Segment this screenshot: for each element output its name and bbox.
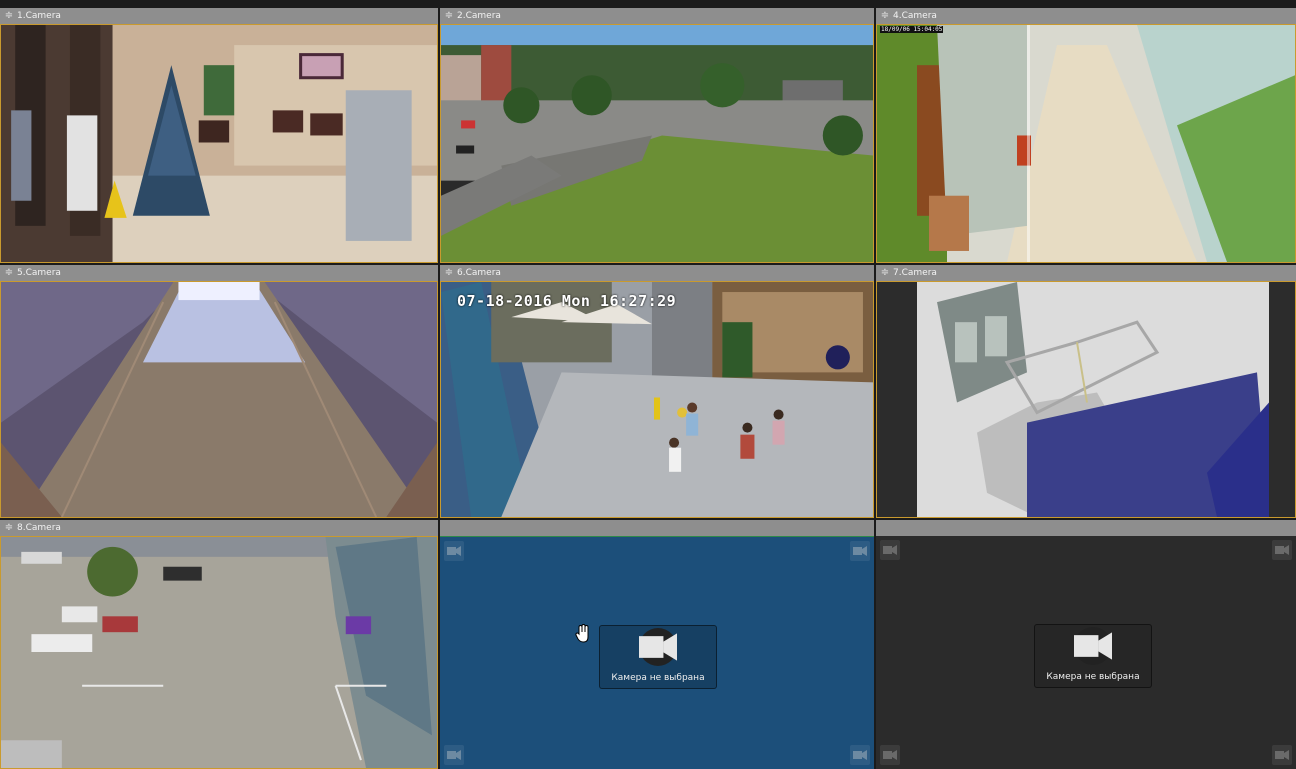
video-feed-2[interactable]: [440, 24, 874, 263]
camera-cell-5[interactable]: ≑ 5.Camera: [0, 265, 438, 518]
camera-title: 4.Camera: [893, 11, 937, 21]
video-feed-8[interactable]: [0, 536, 438, 769]
empty-slot[interactable]: Камера не выбрана: [876, 536, 1296, 769]
camera-layout-grid: ≑ 1.Camera ≑ 2.Camera ≑ 4.Camera 18/09/0…: [0, 0, 1296, 769]
camera-cell-8[interactable]: ≑ 8.Camera: [0, 520, 438, 769]
camera-cell-1[interactable]: ≑ 1.Camera: [0, 8, 438, 263]
select-camera-button[interactable]: Камера не выбрана: [1034, 624, 1152, 688]
camera-title: 7.Camera: [893, 268, 937, 278]
camera-icon: [850, 745, 870, 765]
camera-header-5[interactable]: ≑ 5.Camera: [0, 265, 438, 281]
menu-icon[interactable]: ≑: [444, 265, 454, 281]
menu-icon[interactable]: ≑: [880, 265, 890, 281]
camera-cell-6[interactable]: ≑ 6.Camera 07-18-2016 Mon 16:27:29: [440, 265, 874, 518]
camera-cell-7[interactable]: ≑ 7.Camera: [876, 265, 1296, 518]
menu-icon[interactable]: ≑: [880, 8, 890, 24]
video-feed-4[interactable]: 18/09/06 15:04:05: [876, 24, 1296, 263]
video-feed-6[interactable]: 07-18-2016 Mon 16:27:29: [440, 281, 874, 518]
camera-icon: [1074, 627, 1112, 665]
empty-slot-selected[interactable]: Камера не выбрана: [440, 536, 874, 769]
camera-cell-empty[interactable]: Камера не выбрана: [876, 520, 1296, 769]
hand-cursor-icon: [575, 624, 589, 643]
camera-cell-2[interactable]: ≑ 2.Camera: [440, 8, 874, 263]
corridor-video-frame: [877, 25, 1295, 262]
camera-header-4[interactable]: ≑ 4.Camera: [876, 8, 1296, 24]
camera-icon: [444, 745, 464, 765]
camera-header-6[interactable]: ≑ 6.Camera: [440, 265, 874, 281]
plaza-video-frame: [441, 282, 873, 517]
camera-header-7[interactable]: ≑ 7.Camera: [876, 265, 1296, 281]
camera-icon: [639, 628, 677, 666]
camera-header-empty[interactable]: [876, 520, 1296, 536]
menu-icon[interactable]: ≑: [4, 520, 14, 536]
camera-header-8[interactable]: ≑ 8.Camera: [0, 520, 438, 536]
timestamp-overlay: 18/09/06 15:04:05: [880, 26, 944, 33]
select-camera-button[interactable]: Камера не выбрана: [599, 625, 717, 689]
camera-icon: [880, 745, 900, 765]
camera-icon: [1272, 745, 1292, 765]
camera-header-empty[interactable]: [440, 520, 874, 536]
camera-title: 5.Camera: [17, 268, 61, 278]
lobby-video-frame: [1, 25, 437, 262]
camera-icon: [850, 541, 870, 561]
camera-title: 1.Camera: [17, 11, 61, 21]
timestamp-overlay: 07-18-2016 Mon 16:27:29: [457, 292, 677, 310]
empty-slot-label: Камера не выбрана: [611, 673, 705, 683]
camera-icon: [1272, 540, 1292, 560]
camera-header-1[interactable]: ≑ 1.Camera: [0, 8, 438, 24]
video-feed-1[interactable]: [0, 24, 438, 263]
camera-header-2[interactable]: ≑ 2.Camera: [440, 8, 874, 24]
camera-icon: [880, 540, 900, 560]
tunnel-video-frame: [1, 282, 437, 517]
camera-title: 8.Camera: [17, 523, 61, 533]
camera-title: 6.Camera: [457, 268, 501, 278]
campus-video-frame: [441, 25, 873, 262]
video-feed-7[interactable]: [876, 281, 1296, 518]
empty-slot-label: Камера не выбрана: [1046, 672, 1140, 682]
stairwell-video-frame: [877, 282, 1295, 517]
menu-icon[interactable]: ≑: [4, 8, 14, 24]
menu-icon[interactable]: ≑: [444, 8, 454, 24]
video-feed-5[interactable]: [0, 281, 438, 518]
menu-icon[interactable]: ≑: [4, 265, 14, 281]
parking-video-frame: [1, 537, 437, 768]
camera-title: 2.Camera: [457, 11, 501, 21]
camera-cell-4[interactable]: ≑ 4.Camera 18/09/06 15:04:05: [876, 8, 1296, 263]
camera-icon: [444, 541, 464, 561]
camera-cell-empty-selected[interactable]: Камера не выбрана: [440, 520, 874, 769]
